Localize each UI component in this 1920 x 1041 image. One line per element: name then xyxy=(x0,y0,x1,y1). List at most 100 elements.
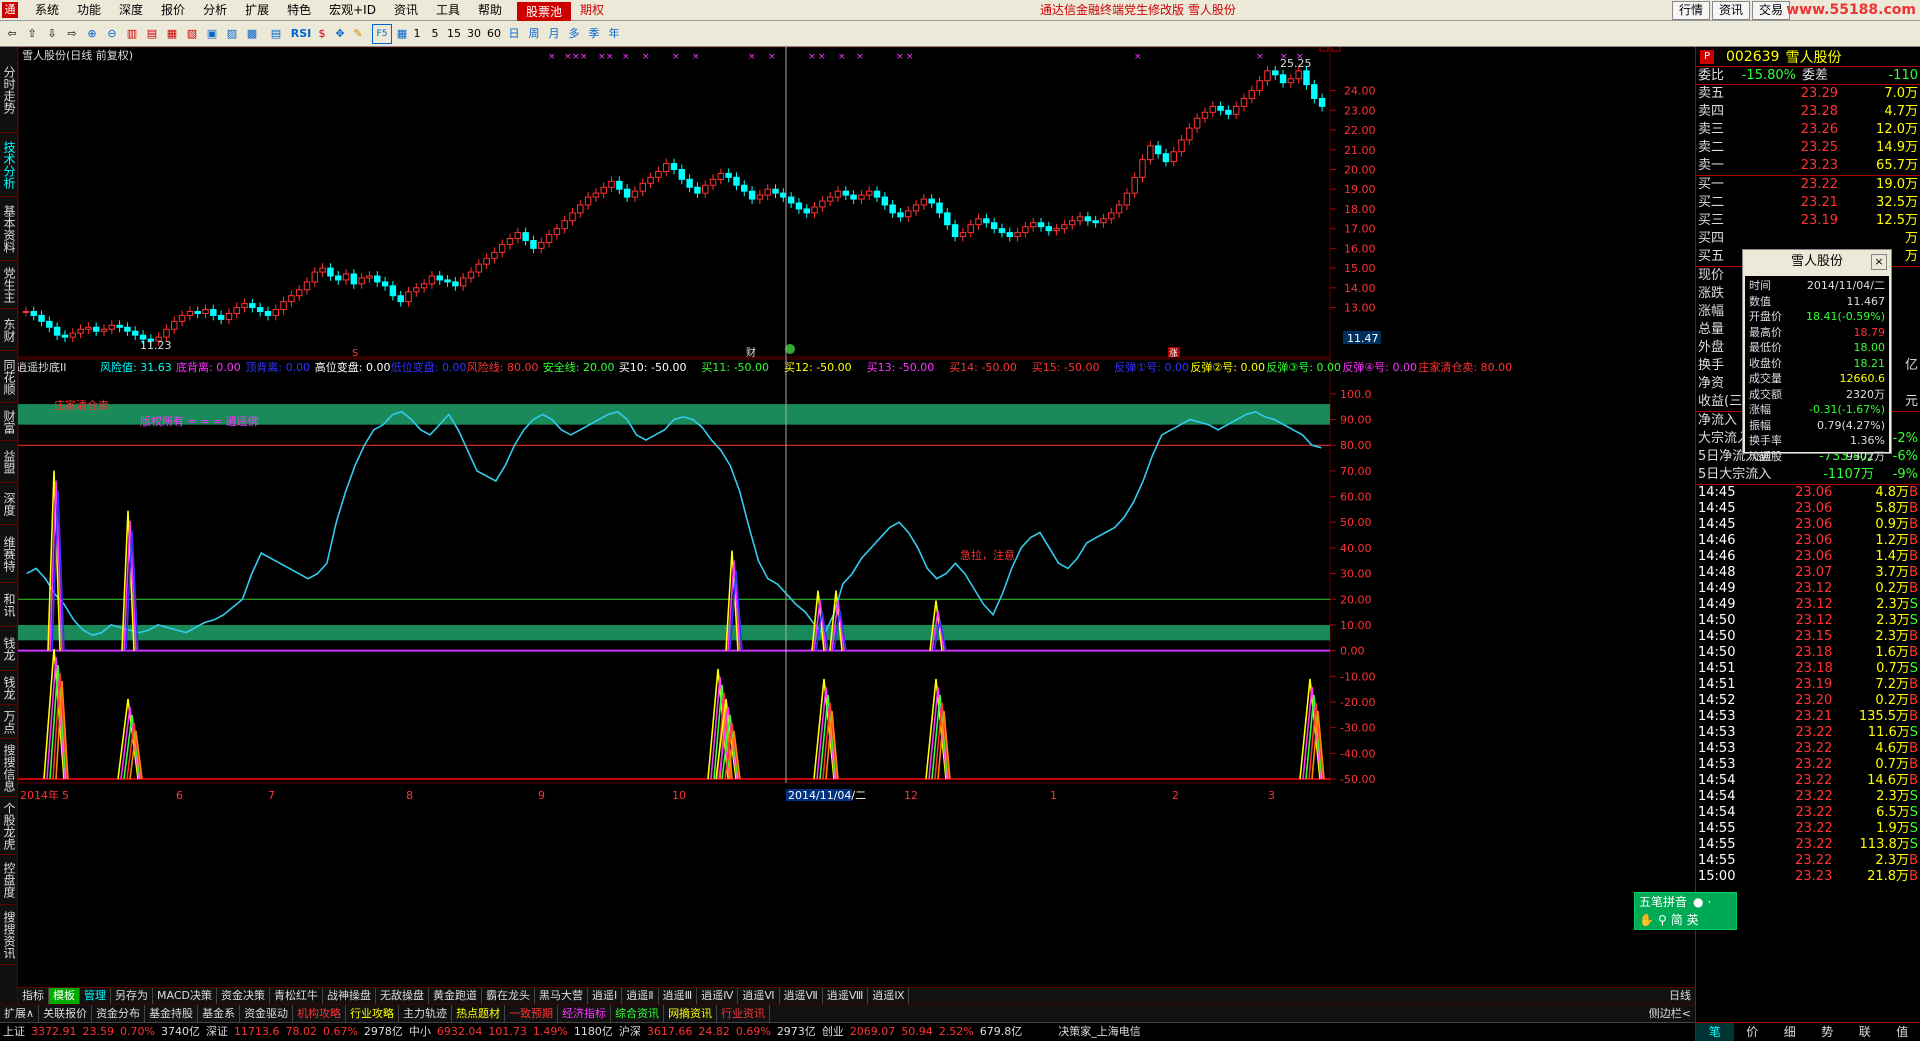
menu-macro[interactable]: 宏观+ID xyxy=(320,0,385,21)
sidebar-tab-zhi[interactable]: 值 xyxy=(1884,1023,1920,1041)
sidebar-tab-shi[interactable]: 势 xyxy=(1809,1023,1847,1041)
menu-system[interactable]: 系统 xyxy=(26,0,68,21)
close-icon[interactable]: × xyxy=(1871,254,1887,270)
zoom-out-icon[interactable]: ⊖ xyxy=(104,24,120,44)
tab-xiaoyao2[interactable]: 逍遥Ⅱ xyxy=(622,988,659,1004)
ext-tab-consensus[interactable]: 一致预期 xyxy=(505,1005,559,1022)
f5-button[interactable]: F5 xyxy=(372,24,392,44)
left-tab-yimeng[interactable]: 益盟10 xyxy=(0,441,18,483)
menu-function[interactable]: 功能 xyxy=(68,0,110,21)
up-icon[interactable]: ⇧ xyxy=(24,24,40,44)
pen-icon[interactable]: ✎ xyxy=(350,24,366,44)
period-month[interactable]: 月 xyxy=(546,24,562,44)
period-year[interactable]: 年 xyxy=(606,24,622,44)
tab-xiaoyao1[interactable]: 逍遥Ⅰ xyxy=(588,988,623,1004)
tab-xiaoyao9[interactable]: 逍遥Ⅸ xyxy=(868,988,910,1004)
tab-indicator[interactable]: 指标 xyxy=(18,988,49,1004)
tab-qingsong[interactable]: 青松红牛 xyxy=(270,988,323,1004)
period-quarter[interactable]: 季 xyxy=(586,24,602,44)
grid-icon[interactable]: ▩ xyxy=(244,24,260,44)
menu-tools[interactable]: 工具 xyxy=(427,0,469,21)
ext-tab-institution[interactable]: 机构攻略 xyxy=(293,1005,347,1022)
forward-icon[interactable]: ⇨ xyxy=(64,24,80,44)
tab-xiaoyao8[interactable]: 逍遥Ⅷ xyxy=(823,988,869,1004)
bar-chart-icon[interactable]: ▤ xyxy=(144,24,160,44)
ext-tab-econ[interactable]: 经济指标 xyxy=(558,1005,612,1022)
ime-dot-icon[interactable]: ● xyxy=(1693,893,1703,911)
left-tab-homepage[interactable]: 党生主页 xyxy=(0,261,18,309)
layout-icon[interactable]: ▨ xyxy=(224,24,240,44)
market-button[interactable]: 行情 xyxy=(1671,1,1710,20)
left-tab-soso-news[interactable]: 搜搜资讯 xyxy=(0,905,18,965)
left-tab-intraday[interactable]: 分时走势 xyxy=(0,47,18,133)
sidebar-toggle[interactable]: 侧边栏< xyxy=(1645,1005,1695,1022)
left-tab-hexun[interactable]: 和讯10 xyxy=(0,583,18,627)
ext-tab-extend[interactable]: 扩展∧ xyxy=(0,1005,40,1022)
period-week[interactable]: 周 xyxy=(526,24,542,44)
menu-quote[interactable]: 报价 xyxy=(152,0,194,21)
move-icon[interactable]: ✥ xyxy=(332,24,348,44)
ime-dot-icon-2[interactable]: · xyxy=(1708,893,1712,911)
menu-depth[interactable]: 深度 xyxy=(110,0,152,21)
left-tab-technical[interactable]: 技术分析 xyxy=(0,133,18,197)
left-tab-dragon-tiger[interactable]: 个股龙虎 xyxy=(0,797,18,855)
search-icon[interactable]: ⚲ xyxy=(1658,911,1667,929)
hand-icon[interactable]: ✋ xyxy=(1639,911,1654,929)
overlay-icon[interactable]: ▤ xyxy=(268,24,284,44)
ext-tab-fund-drive[interactable]: 资金驱动 xyxy=(240,1005,294,1022)
period-15min[interactable]: 15 xyxy=(446,24,462,44)
tab-wudi[interactable]: 无敌操盘 xyxy=(376,988,429,1004)
period-1min[interactable]: 1 xyxy=(410,24,424,44)
rsi-icon[interactable]: RSI xyxy=(290,24,312,44)
tab-template[interactable]: 模板 xyxy=(49,988,80,1004)
period-5min[interactable]: 5 xyxy=(428,24,442,44)
ext-tab-industry-news[interactable]: 行业资讯 xyxy=(717,1005,771,1022)
chart-canvas[interactable]: 雪人股份(日线 前复权) 25.25 11.23 S 财 涨 24.0023.0… xyxy=(18,47,1695,994)
menu-analysis[interactable]: 分析 xyxy=(194,0,236,21)
data-popup[interactable]: 雪人股份 × 时间 2014/11/04/二 数值 11.467 开盘价 18.41(-0… xyxy=(1742,249,1892,463)
tab-fund-decision[interactable]: 资金决策 xyxy=(217,988,270,1004)
ime-widget[interactable]: 五笔拼音 ● · ✋ ⚲ 简 英 xyxy=(1634,892,1737,930)
sidebar-tab-lian[interactable]: 联 xyxy=(1846,1023,1884,1041)
sidebar-tab-bi[interactable]: 笔 xyxy=(1696,1023,1734,1041)
tab-xiaoyao3[interactable]: 逍遥Ⅲ xyxy=(659,988,698,1004)
left-tab-control[interactable]: 控盘度 xyxy=(0,855,18,905)
tab-macd[interactable]: MACD决策 xyxy=(153,988,217,1004)
ext-tab-fund-hold[interactable]: 基金持股 xyxy=(145,1005,199,1022)
left-tab-qianlong10[interactable]: 钱龙10 xyxy=(0,627,18,671)
left-tab-weisaite[interactable]: 维赛特10 xyxy=(0,525,18,583)
tab-huangjin[interactable]: 黄金跑道 xyxy=(429,988,482,1004)
options-button[interactable]: 期权 xyxy=(571,0,613,21)
tab-save-as[interactable]: 另存为 xyxy=(111,988,153,1004)
menu-feature[interactable]: 特色 xyxy=(278,0,320,21)
table-icon[interactable]: ▦ xyxy=(394,24,410,44)
left-tab-ths[interactable]: 同花顺10 xyxy=(0,351,18,403)
ext-tab-industry[interactable]: 行业攻略 xyxy=(346,1005,400,1022)
k-line-icon[interactable]: ▦ xyxy=(164,24,180,44)
tab-zhanshen[interactable]: 战神操盘 xyxy=(323,988,376,1004)
left-tab-wealth[interactable]: 财富10 xyxy=(0,403,18,441)
tab-bazai[interactable]: 霸在龙头 xyxy=(482,988,535,1004)
down-icon[interactable]: ⇩ xyxy=(44,24,60,44)
zoom-in-icon[interactable]: ⊕ xyxy=(84,24,100,44)
sidebar-tab-xi[interactable]: 细 xyxy=(1771,1023,1809,1041)
line-chart-icon[interactable]: ▥ xyxy=(124,24,140,44)
left-tab-f9[interactable]: 深度F9 xyxy=(0,483,18,525)
ext-tab-news[interactable]: 综合资讯 xyxy=(611,1005,665,1022)
left-tab-soso-info[interactable]: 搜搜信息 xyxy=(0,739,18,797)
window-icon[interactable]: ▣ xyxy=(204,24,220,44)
period-30min[interactable]: 30 xyxy=(466,24,482,44)
tab-xiaoyao7[interactable]: 逍遥Ⅶ xyxy=(780,988,823,1004)
ext-tab-main-track[interactable]: 主力轨迹 xyxy=(399,1005,453,1022)
ext-tab-fund-sys[interactable]: 基金系 xyxy=(198,1005,241,1022)
period-day[interactable]: 日 xyxy=(506,24,522,44)
tab-heima[interactable]: 黑马大营 xyxy=(535,988,588,1004)
tab-xiaoyao6[interactable]: 逍遥Ⅵ xyxy=(738,988,780,1004)
back-icon[interactable]: ⇦ xyxy=(4,24,20,44)
stock-pool-button[interactable]: 股票池 xyxy=(517,2,572,21)
left-tab-qianlong[interactable]: 钱龙 xyxy=(0,671,18,705)
ext-tab-related[interactable]: 关联报价 xyxy=(39,1005,93,1022)
trade-button[interactable]: 交易 xyxy=(1751,1,1790,20)
news-button[interactable]: 资讯 xyxy=(1711,1,1750,20)
menu-extend[interactable]: 扩展 xyxy=(236,0,278,21)
